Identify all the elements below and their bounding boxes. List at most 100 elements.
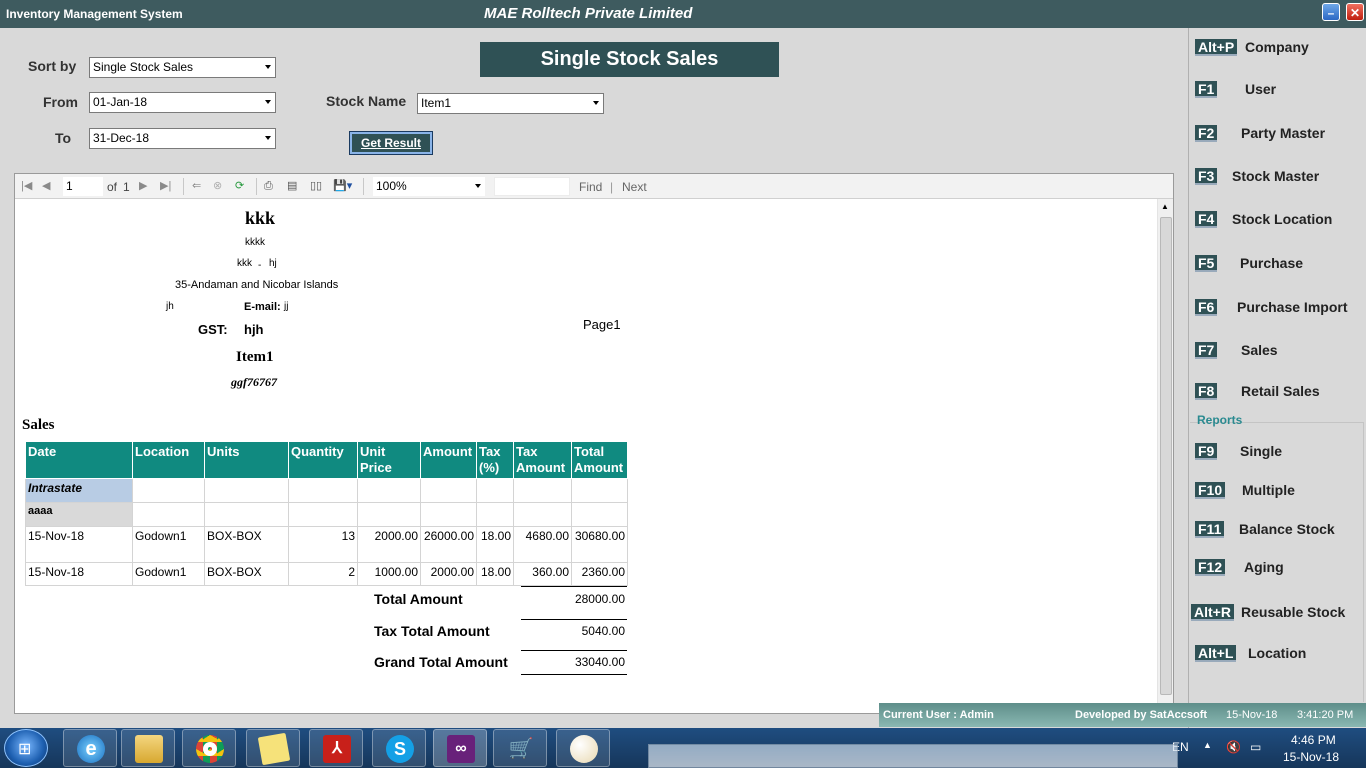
page-count: 1 [123,180,130,194]
volume-muted-icon[interactable]: 🔇 [1226,740,1241,754]
next-link[interactable]: Next [622,180,647,194]
previous-page-icon[interactable]: ◀ [42,179,50,193]
taskbar-skype[interactable]: S [372,729,426,767]
taskbar-inventory-app[interactable]: 🛒 [493,729,547,767]
clock-date[interactable]: 15-Nov-18 [1283,750,1339,764]
page-setup-icon[interactable]: ▯▯ [310,179,322,193]
taskbar-file-explorer[interactable] [121,729,175,767]
shortcut-badge: F6 [1195,299,1218,316]
status-bar: Current User : Admin Developed by SatAcc… [879,703,1366,727]
column-header: Total Amount [571,441,628,479]
column-header: Tax Amount [513,441,572,479]
sort-by-select[interactable]: Single Stock Sales [89,57,276,78]
total-amount-value: 28000.00 [574,592,625,606]
cell-quantity: 2 [288,562,358,586]
cell-unit-price: 1000.00 [357,562,421,586]
chevron-down-icon [265,100,271,104]
find-input[interactable] [494,177,570,196]
find-link[interactable]: Find [579,180,602,194]
table-row: 15-Nov-18 Godown1 BOX-BOX 2 1000.00 2000… [25,562,628,586]
from-date-picker[interactable]: 01-Jan-18 [89,92,276,113]
column-header: Amount [420,441,477,479]
cell-amount: 26000.00 [420,526,477,563]
taskbar-sticky-notes[interactable] [246,729,300,767]
refresh-icon[interactable]: ⟳ [235,179,244,193]
tax-total-label: Tax Total Amount [374,623,490,639]
from-date-value: 01-Jan-18 [93,95,148,109]
minimize-icon[interactable]: – [1322,3,1340,21]
taskbar-chrome[interactable] [182,729,236,767]
column-header: Date [25,441,133,479]
menu-item-label: Balance Stock [1239,521,1335,537]
clock-time[interactable]: 4:46 PM [1291,733,1336,747]
scrollbar-thumb[interactable] [1160,217,1172,695]
cell-units: BOX-BOX [204,526,289,563]
report-gst-label: GST: [198,322,228,337]
first-page-icon[interactable]: |◀ [21,179,32,193]
cell-location: Godown1 [132,562,205,586]
column-header: Units [204,441,289,479]
current-user: Current User : Admin [883,709,994,721]
cell-location: Godown1 [132,526,205,563]
total-divider [521,619,627,620]
last-page-icon[interactable]: ▶| [160,179,171,193]
export-icon[interactable]: 💾▾ [333,179,352,193]
close-icon[interactable]: ✕ [1346,3,1364,21]
cell-tax-amount: 360.00 [513,562,572,586]
zoom-select[interactable]: 100% [373,177,485,196]
status-date: 15-Nov-18 [1226,709,1278,721]
menu-item-label: Party Master [1241,125,1326,141]
cell-amount: 2000.00 [420,562,477,586]
stock-name-select[interactable]: Item1 [417,93,604,114]
report-viewer: |◀ ◀ 1 of 1 ▶ ▶| ⇐ ⊗ ⟳ ⎙ ▤ ▯▯ 💾▾ 100% Fi… [14,173,1174,714]
shortcut-badge: F4 [1195,211,1218,228]
taskbar-pdf-reader[interactable]: ⅄ [309,729,363,767]
sales-section-title: Sales [22,417,55,433]
shortcut-badge: Alt+L [1195,645,1237,662]
party-row: aaaa [25,502,628,527]
chevron-down-icon [475,184,481,188]
back-icon[interactable]: ⇐ [192,179,201,193]
menu-item-label: Location [1248,645,1307,661]
column-header: Unit Price [357,441,421,479]
reports-heading: Reports [1197,413,1243,427]
page-title: Single Stock Sales [480,42,779,77]
taskbar-visual-studio[interactable]: ∞ [433,729,487,767]
scroll-up-icon[interactable]: ▲ [1161,202,1169,211]
menu-item-label: Stock Master [1232,168,1320,184]
menu-item-label: Multiple [1242,482,1295,498]
tax-total-value: 5040.00 [581,624,625,638]
menu-item-label: User [1245,81,1277,97]
column-header: Tax (%) [476,441,514,479]
shopping-cart-icon: 🛒 [508,738,534,760]
print-layout-icon[interactable]: ▤ [287,179,297,193]
menu-item-label: Retail Sales [1241,383,1320,399]
menu-item-label: Purchase [1240,255,1304,271]
page-number-input[interactable]: 1 [63,177,103,196]
chrome-icon [196,735,224,763]
report-email-value: jj [284,301,289,312]
report-state: 35-Andaman and Nicobar Islands [175,279,339,291]
get-result-button[interactable]: Get Result [349,131,433,155]
shortcut-badge: F2 [1195,125,1218,142]
menu-item-label: Purchase Import [1237,299,1348,315]
find-divider: | [610,180,614,194]
party-label: aaaa [25,502,133,527]
report-phone: jh [166,301,174,312]
to-date-picker[interactable]: 31-Dec-18 [89,128,276,149]
column-header: Quantity [288,441,358,479]
vertical-scrollbar[interactable]: ▲ [1157,199,1173,713]
cell-unit-price: 2000.00 [357,526,421,563]
taskbar-paint[interactable] [556,729,610,767]
network-icon[interactable]: ▭ [1250,740,1261,754]
menu-item-label: Aging [1244,559,1284,575]
report-page-label: Page1 [583,317,621,332]
next-page-icon[interactable]: ▶ [139,179,147,193]
start-button[interactable]: ⊞ [4,729,48,767]
print-icon[interactable]: ⎙ [264,179,273,193]
report-gst-value: hjh [244,322,264,337]
to-date-value: 31-Dec-18 [93,131,150,145]
taskbar-internet-explorer[interactable]: e [63,729,117,767]
tray-expand-icon[interactable]: ▲ [1203,740,1212,750]
stop-icon[interactable]: ⊗ [213,179,222,193]
